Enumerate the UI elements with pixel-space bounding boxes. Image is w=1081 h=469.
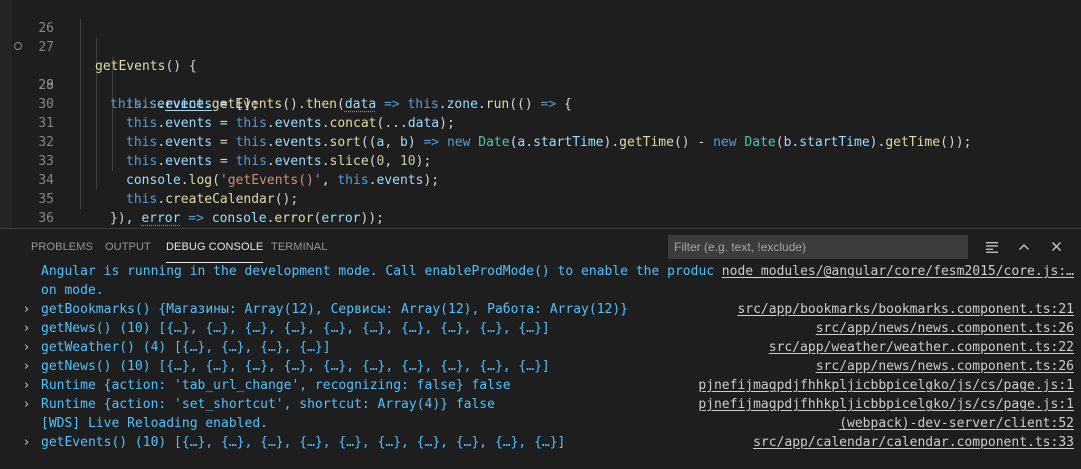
code-line[interactable]: 36 } xyxy=(0,190,1081,226)
close-icon[interactable] xyxy=(1046,237,1066,257)
console-line[interactable]: › getNews() (10) [{…}, {…}, {…}, {…}, {…}… xyxy=(0,319,1081,338)
source-link[interactable]: src/app/news/news.component.ts:26 xyxy=(807,319,1074,338)
code-line[interactable]: 26 xyxy=(0,0,1081,36)
code-line[interactable]: 32 this.events = this.events.slice(0, 10… xyxy=(0,114,1081,169)
expand-chevron-icon[interactable]: › xyxy=(24,300,29,319)
code-line[interactable]: 31 this.events = this.events.sort((a, b)… xyxy=(0,95,1081,150)
source-link[interactable]: src/app/bookmarks/bookmarks.component.ts… xyxy=(729,300,1074,319)
code-line[interactable]: 28 this.service.getEvents().then(data =>… xyxy=(0,38,1081,112)
code-line[interactable]: 35 }), error => console.error(error)); xyxy=(0,171,1081,226)
console-message: getWeather() (4) [{…}, {…}, {…}, {…}] xyxy=(41,340,331,355)
console-line[interactable]: › Runtime {action: 'tab_url_change', reco… xyxy=(0,376,1081,395)
panel-tabs: PROBLEMS OUTPUT DEBUG CONSOLE TERMINAL xyxy=(0,229,660,265)
expand-chevron-icon[interactable]: › xyxy=(24,338,29,357)
expand-chevron-icon[interactable]: › xyxy=(24,357,29,376)
console-line[interactable]: › Runtime {action: 'set_shortcut', shortc… xyxy=(0,395,1081,414)
breakpoint-hint-icon[interactable] xyxy=(14,42,22,50)
code-editor[interactable]: 26 27 getEvents() { 28 this.service.getE… xyxy=(0,0,1081,228)
tab-problems[interactable]: PROBLEMS xyxy=(31,237,93,257)
source-link[interactable]: src/app/weather/weather.component.ts:22 xyxy=(760,338,1074,357)
expand-chevron-icon[interactable]: › xyxy=(24,319,29,338)
expand-chevron-icon[interactable]: › xyxy=(24,376,29,395)
console-line: [WDS] Live Reloading enabled. (webpack)-d… xyxy=(0,414,1081,433)
tab-output[interactable]: OUTPUT xyxy=(105,237,151,257)
tab-debug-console[interactable]: DEBUG CONSOLE xyxy=(166,237,264,263)
console-line: Angular is running in the development mo… xyxy=(0,262,1081,281)
code-line[interactable]: 29 this.events = []; xyxy=(0,57,1081,112)
console-message: [WDS] Live Reloading enabled. xyxy=(41,416,268,431)
console-message: getEvents() (10) [{…}, {…}, {…}, {…}, {…… xyxy=(41,435,566,450)
console-message: Runtime {action: 'set_shortcut', shortcu… xyxy=(41,397,495,412)
code-line[interactable]: 34 this.createCalendar(); xyxy=(0,152,1081,207)
console-line: on mode. xyxy=(0,281,1081,300)
filter-input[interactable] xyxy=(668,235,968,259)
console-line[interactable]: › getBookmarks() {Магазины: Array(12), Се… xyxy=(0,300,1081,319)
code-line[interactable]: 30 this.events = this.events.concat(...d… xyxy=(0,76,1081,131)
console-message: Angular is running in the development mo… xyxy=(41,264,730,279)
console-line[interactable]: › getEvents() (10) [{…}, {…}, {…}, {…}, {… xyxy=(0,433,1081,452)
console-message: on mode. xyxy=(41,283,104,298)
source-link[interactable]: src/app/news/news.component.ts:26 xyxy=(807,357,1074,376)
console-message: getNews() (10) [{…}, {…}, {…}, {…}, {…},… xyxy=(41,359,550,374)
console-line[interactable]: › getNews() (10) [{…}, {…}, {…}, {…}, {…}… xyxy=(0,357,1081,376)
tab-terminal[interactable]: TERMINAL xyxy=(271,237,327,257)
word-wrap-icon[interactable] xyxy=(982,237,1002,257)
code-line[interactable]: 37 xyxy=(0,209,1081,228)
source-link[interactable]: pjnefijmagpdjfhhkpljicbbpicelgko/js/cs/p… xyxy=(690,395,1074,414)
source-link[interactable]: pjnefijmagpdjfhhkpljicbbpicelgko/js/cs/p… xyxy=(690,376,1074,395)
console-line[interactable]: › getWeather() (4) [{…}, {…}, {…}, {…}] sr… xyxy=(0,338,1081,357)
bottom-panel: PROBLEMS OUTPUT DEBUG CONSOLE TERMINAL A… xyxy=(0,228,1081,469)
source-link[interactable]: src/app/calendar/calendar.component.ts:3… xyxy=(745,433,1074,452)
source-link[interactable]: node_modules/@angular/core/fesm2015/core… xyxy=(713,262,1074,281)
console-message: Runtime {action: 'tab_url_change', recog… xyxy=(41,378,511,393)
code-line[interactable]: 27 getEvents() { xyxy=(0,19,1081,74)
expand-chevron-icon[interactable]: › xyxy=(24,433,29,452)
expand-chevron-icon[interactable]: › xyxy=(24,395,29,414)
source-link[interactable]: (webpack)-dev-server/client:52 xyxy=(831,414,1074,433)
code-line[interactable]: 33 console.log('getEvents()', this.event… xyxy=(0,133,1081,188)
console-message: getBookmarks() {Магазины: Array(12), Сер… xyxy=(41,302,628,317)
console-message: getNews() (10) [{…}, {…}, {…}, {…}, {…},… xyxy=(41,321,550,336)
chevron-up-icon[interactable] xyxy=(1014,237,1034,257)
